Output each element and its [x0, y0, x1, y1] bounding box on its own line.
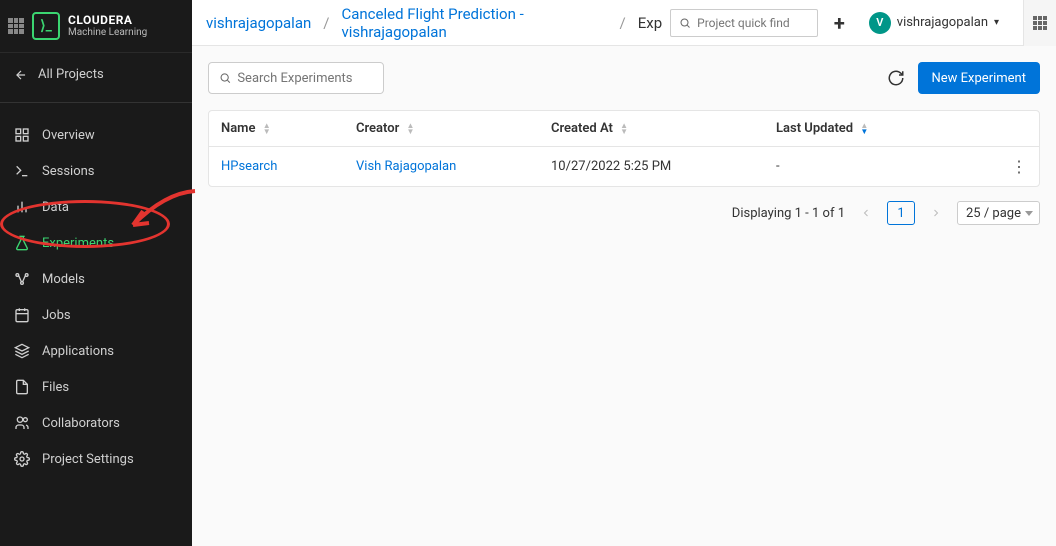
content: New Experiment Name ▲▼ Creator ▲▼ Create…: [192, 46, 1056, 546]
sort-icon: ▲▼: [263, 123, 271, 135]
search-icon: [679, 17, 691, 29]
brand-name: CLOUDERA: [68, 14, 147, 27]
breadcrumb-separator: /: [616, 14, 630, 32]
refresh-button[interactable]: [886, 68, 906, 88]
page-size-select[interactable]: 25 / page: [957, 201, 1040, 225]
sidebar-item-jobs[interactable]: Jobs: [0, 297, 192, 333]
sidebar-item-label: Collaborators: [42, 416, 120, 431]
refresh-icon: [887, 69, 905, 87]
apps-grid-icon: [1033, 16, 1047, 30]
data-icon: [14, 199, 30, 215]
collaborators-icon: [14, 415, 30, 431]
caret-down-icon: ▾: [994, 17, 999, 28]
paginator: Displaying 1 - 1 of 1 1 25 / page: [208, 201, 1040, 225]
search-icon: [219, 71, 231, 85]
breadcrumb-context[interactable]: vishrajagopalan: [206, 14, 311, 32]
column-creator[interactable]: Creator ▲▼: [356, 121, 551, 136]
avatar: V: [869, 12, 891, 34]
sidebar-item-label: Jobs: [42, 308, 71, 323]
column-last-updated[interactable]: Last Updated ▲▼: [776, 121, 997, 136]
column-label: Name: [221, 121, 255, 136]
sidebar-item-label: Sessions: [42, 164, 95, 179]
experiment-name-link[interactable]: HPsearch: [221, 159, 277, 174]
cloudera-logo-icon: ⟩_: [32, 12, 60, 40]
sidebar-item-label: Overview: [42, 128, 95, 143]
sidebar-item-models[interactable]: Models: [0, 261, 192, 297]
toolbar-row: New Experiment: [208, 62, 1040, 94]
column-label: Last Updated: [776, 121, 853, 136]
page-number[interactable]: 1: [887, 201, 915, 225]
sidebar-item-project-settings[interactable]: Project Settings: [0, 441, 192, 477]
models-icon: [14, 271, 30, 287]
chevron-right-icon: [930, 207, 942, 219]
applications-icon: [14, 343, 30, 359]
column-created-at[interactable]: Created At ▲▼: [551, 121, 776, 136]
sidebar-item-label: Experiments: [42, 236, 114, 251]
search-experiments[interactable]: [208, 62, 384, 94]
sidebar-item-sessions[interactable]: Sessions: [0, 153, 192, 189]
user-name: vishrajagopalan: [897, 15, 988, 30]
sidebar-item-overview[interactable]: Overview: [0, 117, 192, 153]
breadcrumb-separator: /: [319, 14, 333, 32]
back-all-projects[interactable]: All Projects: [0, 53, 192, 96]
brand: ⟩_ CLOUDERA Machine Learning: [0, 0, 192, 53]
sidebar-item-label: Data: [42, 200, 69, 215]
row-menu-button[interactable]: ⋮: [1011, 157, 1027, 176]
pagination-summary: Displaying 1 - 1 of 1: [732, 206, 845, 221]
sort-icon: ▲▼: [860, 123, 868, 135]
search-experiments-input[interactable]: [237, 71, 373, 86]
table-row: HPsearch Vish Rajagopalan 10/27/2022 5:2…: [209, 147, 1039, 186]
nav-section: Overview Sessions Data Experiments Model…: [0, 109, 192, 485]
column-name[interactable]: Name ▲▼: [221, 121, 356, 136]
settings-icon: [14, 451, 30, 467]
prev-page-button[interactable]: [855, 202, 877, 224]
sidebar-item-applications[interactable]: Applications: [0, 333, 192, 369]
quick-find-input[interactable]: [697, 16, 809, 30]
sidebar-item-label: Applications: [42, 344, 114, 359]
sessions-icon: [14, 163, 30, 179]
chevron-left-icon: [860, 207, 872, 219]
add-button[interactable]: +: [826, 11, 853, 35]
sort-icon: ▲▼: [407, 123, 415, 135]
sidebar-item-label: Project Settings: [42, 452, 134, 467]
created-at-value: 10/27/2022 5:25 PM: [551, 159, 671, 174]
last-updated-value: -: [776, 159, 780, 174]
main: vishrajagopalan / Canceled Flight Predic…: [192, 0, 1056, 546]
next-page-button[interactable]: [925, 202, 947, 224]
sidebar-item-files[interactable]: Files: [0, 369, 192, 405]
column-label: Creator: [356, 121, 399, 136]
sidebar-item-data[interactable]: Data: [0, 189, 192, 225]
sidebar-item-label: Models: [42, 272, 85, 287]
column-label: Created At: [551, 121, 613, 136]
sidebar-item-experiments[interactable]: Experiments: [0, 225, 192, 261]
creator-link[interactable]: Vish Rajagopalan: [356, 159, 456, 174]
apps-switcher[interactable]: [1023, 0, 1056, 46]
files-icon: [14, 379, 30, 395]
apps-grid-icon[interactable]: [8, 18, 24, 34]
sort-icon: ▲▼: [620, 123, 628, 135]
new-experiment-button[interactable]: New Experiment: [918, 62, 1041, 94]
table-header: Name ▲▼ Creator ▲▼ Created At ▲▼ Last Up…: [209, 111, 1039, 147]
jobs-icon: [14, 307, 30, 323]
project-quick-find[interactable]: [670, 9, 818, 37]
experiments-icon: [14, 235, 30, 251]
sidebar: ⟩_ CLOUDERA Machine Learning All Project…: [0, 0, 192, 546]
experiments-table: Name ▲▼ Creator ▲▼ Created At ▲▼ Last Up…: [208, 110, 1040, 187]
brand-subtitle: Machine Learning: [68, 27, 147, 38]
topbar: vishrajagopalan / Canceled Flight Predic…: [192, 0, 1056, 46]
breadcrumb-project[interactable]: Canceled Flight Prediction - vishrajagop…: [341, 5, 607, 41]
back-label: All Projects: [38, 67, 104, 82]
breadcrumb-current: Exp: [638, 14, 662, 32]
overview-icon: [14, 127, 30, 143]
user-menu[interactable]: V vishrajagopalan ▾: [861, 8, 1007, 38]
sidebar-item-label: Files: [42, 380, 69, 395]
sidebar-item-collaborators[interactable]: Collaborators: [0, 405, 192, 441]
